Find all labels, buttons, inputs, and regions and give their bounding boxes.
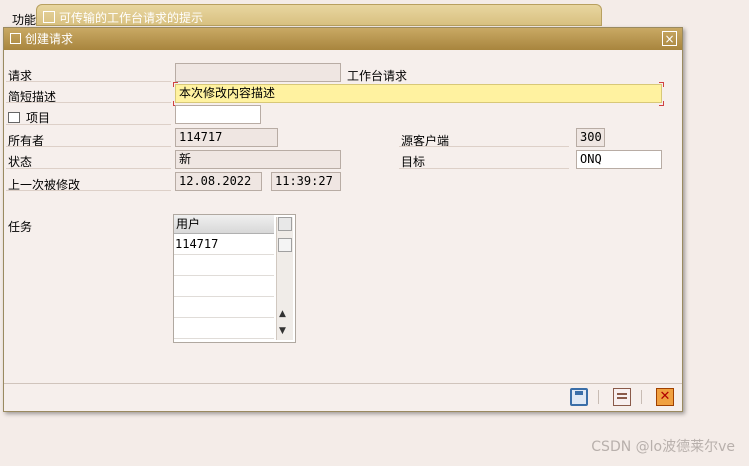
footer-divider [4,383,682,387]
document-icon [43,11,55,23]
table-row[interactable] [174,276,274,297]
table-row[interactable] [174,318,274,339]
background-label: 功能 [12,13,37,27]
save-button[interactable] [570,388,588,406]
table-row[interactable] [174,255,274,276]
status-field: 新 [175,150,341,169]
tasks-scrollbar[interactable]: ▲ ▼ [276,217,293,340]
row-select-button[interactable] [278,238,292,252]
request-type-text: 工作台请求 [347,69,408,83]
owner-field: 114717 [175,128,278,147]
document-icon [10,33,21,44]
dialog-titlebar: 创建请求 × [4,28,682,50]
column-settings-button[interactable] [278,217,292,231]
table-row[interactable] [174,297,274,318]
request-field [175,63,341,82]
tasks-table: 用户 114717 ▲ ▼ [173,214,296,343]
short-description-input[interactable]: 本次修改内容描述 [175,84,662,103]
dialog-title: 创建请求 [25,32,74,46]
list-button[interactable] [613,388,631,406]
background-tab: 可传输的工作台请求的提示 [36,4,602,26]
project-icon [8,112,20,123]
watermark: CSDN @lo波德莱尔ve [591,439,735,455]
tasks-label: 任务 [8,220,33,234]
table-row[interactable]: 114717 [174,234,274,255]
close-button[interactable]: × [662,31,677,46]
scroll-down-icon[interactable]: ▼ [279,326,286,336]
tasks-table-header: 用户 [174,215,274,234]
cancel-button[interactable]: ✕ [656,388,674,406]
project-input[interactable] [175,105,261,124]
last-changed-date: 12.08.2022 [175,172,262,191]
target-input[interactable]: ONQ [576,150,662,169]
background-tab-title: 可传输的工作台请求的提示 [59,11,204,25]
create-request-dialog: 创建请求 × 请求 工作台请求 简短描述 本次修改内容描述 项目 所有者 114… [3,27,683,412]
last-changed-time: 11:39:27 [271,172,341,191]
project-label: 项目 [26,111,51,125]
source-client-field: 300 [576,128,605,147]
scroll-up-icon[interactable]: ▲ [279,309,286,319]
